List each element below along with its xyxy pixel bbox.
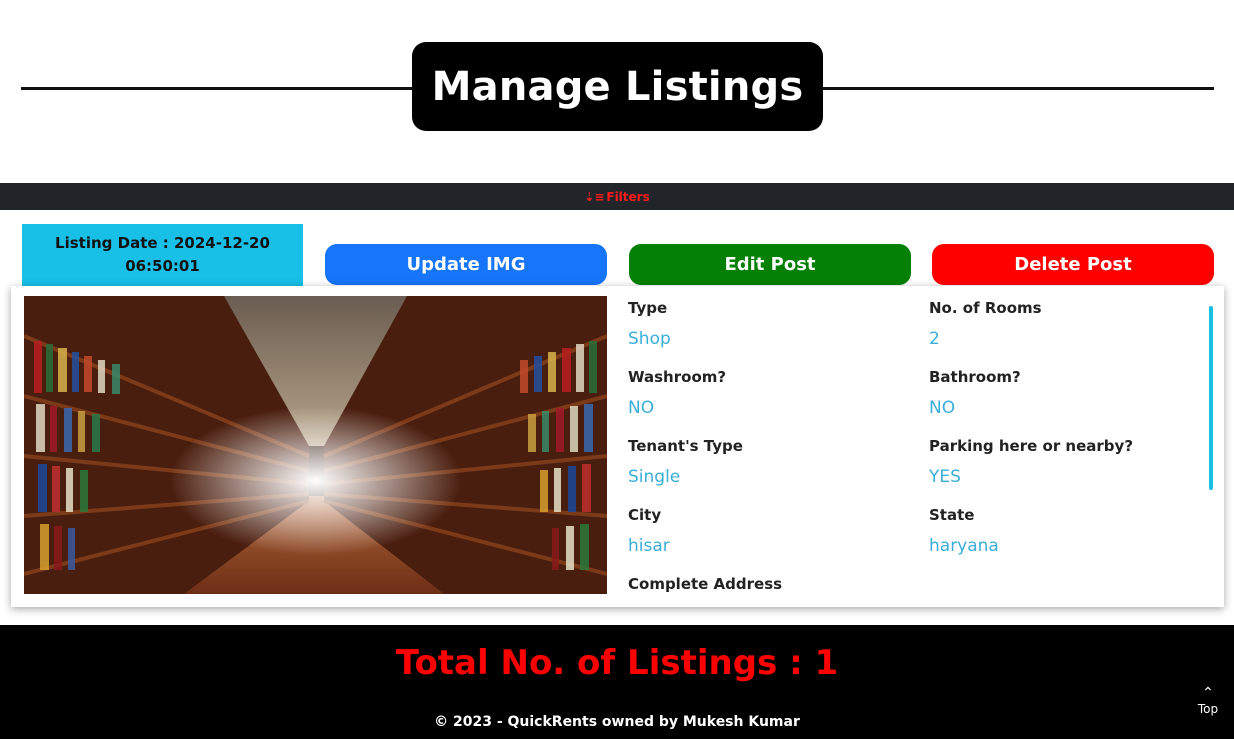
field-tenant: Tenant's Type Single (628, 434, 918, 489)
listing-details[interactable]: Type Shop No. of Rooms 2 Washroom? NO Ba… (628, 296, 1218, 596)
listing-image (24, 296, 607, 594)
edit-post-button[interactable]: Edit Post (629, 244, 911, 285)
parking-label: Parking here or nearby? (929, 437, 1134, 455)
field-city: City hisar (628, 503, 918, 558)
bathroom-value: NO (929, 398, 956, 418)
page-heading: Manage Listings (0, 0, 1234, 150)
washroom-label: Washroom? (628, 368, 727, 386)
sort-down-icon: ⇣≡ (584, 189, 605, 204)
type-value: Shop (628, 329, 671, 349)
rooms-value: 2 (929, 329, 940, 349)
field-type: Type Shop (628, 296, 918, 351)
field-parking: Parking here or nearby? YES (929, 434, 1218, 489)
field-bathroom: Bathroom? NO (929, 365, 1218, 420)
delete-post-button[interactable]: Delete Post (932, 244, 1214, 285)
field-state: State haryana (929, 503, 1218, 558)
state-label: State (929, 506, 975, 524)
state-value: haryana (929, 536, 999, 556)
rooms-label: No. of Rooms (929, 299, 1042, 317)
details-scrollbar[interactable] (1209, 306, 1213, 490)
washroom-value: NO (628, 398, 655, 418)
field-address: Complete Address (628, 572, 918, 596)
total-listings: Total No. of Listings : 1 (395, 643, 839, 683)
tenant-label: Tenant's Type (628, 437, 743, 455)
listing-time: 06:50:01 (125, 257, 200, 275)
field-washroom: Washroom? NO (628, 365, 918, 420)
back-to-top-button[interactable]: ⌃ Top (1188, 686, 1228, 726)
copyright-text: © 2023 - QuickRents owned by Mukesh Kuma… (434, 714, 800, 730)
page-title: Manage Listings (412, 42, 823, 131)
listing-card: Type Shop No. of Rooms 2 Washroom? NO Ba… (11, 286, 1224, 607)
chevron-up-icon: ⌃ (1202, 685, 1214, 701)
filters-label: Filters (606, 189, 650, 204)
footer: Total No. of Listings : 1 © 2023 - Quick… (0, 625, 1234, 739)
listing-date-box: Listing Date : 2024-12-20 06:50:01 (22, 224, 303, 286)
update-img-button[interactable]: Update IMG (325, 244, 607, 285)
field-rooms: No. of Rooms 2 (929, 296, 1218, 351)
bathroom-label: Bathroom? (929, 368, 1021, 386)
top-label: Top (1197, 702, 1219, 716)
tenant-value: Single (628, 467, 681, 487)
city-label: City (628, 506, 662, 524)
listing-date: Listing Date : 2024-12-20 (55, 234, 270, 252)
city-value: hisar (628, 536, 670, 556)
type-label: Type (628, 299, 668, 317)
parking-value: YES (929, 467, 961, 487)
filters-bar[interactable]: ⇣≡ Filters (0, 183, 1234, 210)
address-label: Complete Address (628, 575, 783, 593)
